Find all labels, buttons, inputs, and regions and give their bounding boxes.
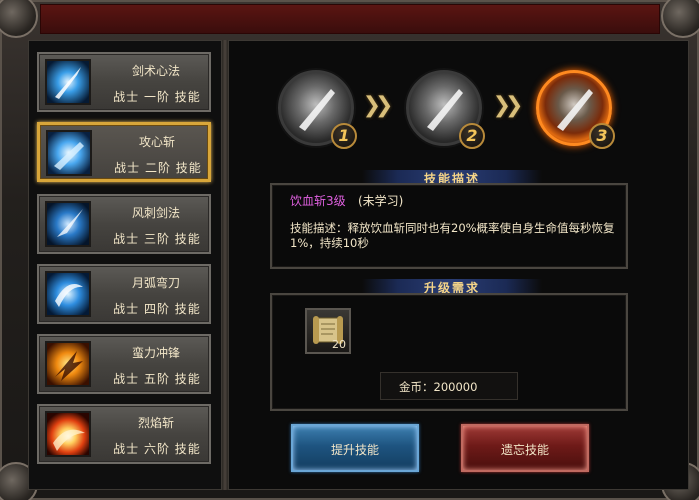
- title-bar: [40, 4, 660, 34]
- skill-item-5[interactable]: 蛮力冲锋 战士 五阶 技能: [37, 334, 211, 394]
- learn-status: (未学习): [358, 194, 404, 208]
- skill-meta: 战士 三阶 技能: [113, 232, 201, 246]
- skill-level-label: 饮血斩3级: [290, 194, 346, 208]
- flame-slash-icon: [45, 411, 91, 457]
- chevron-right-icon: ❯❯: [362, 93, 394, 118]
- skill-name: 剑术心法: [131, 64, 180, 78]
- blue-slash-icon: [46, 130, 92, 176]
- stage-number: 3: [589, 123, 615, 149]
- wind-thrust-icon: [45, 201, 91, 247]
- skill-name: 风刺剑法: [131, 206, 180, 220]
- stage-1-orb[interactable]: 1: [278, 70, 357, 149]
- gold-cost: 金币：200000: [380, 372, 518, 400]
- forget-skill-button[interactable]: 遗忘技能: [461, 424, 589, 472]
- skill-meta: 战士 一阶 技能: [113, 90, 201, 104]
- skill-item-3[interactable]: 风刺剑法 战士 三阶 技能: [37, 194, 211, 254]
- stage-2-orb[interactable]: 2: [406, 70, 485, 149]
- skill-name: 月弧弯刀: [131, 276, 180, 290]
- description-text: 技能描述：释放饮血斩同时也有20%概率使自身生命值每秒恢复1%，持续10秒: [290, 221, 615, 250]
- skill-name: 蛮力冲锋: [131, 346, 180, 360]
- skill-meta: 战士 四阶 技能: [113, 302, 201, 316]
- sword-slash-icon: [45, 59, 91, 105]
- required-item-slot[interactable]: 20: [305, 308, 351, 354]
- skill-item-4[interactable]: 月弧弯刀 战士 四阶 技能: [37, 264, 211, 324]
- stage-number: 2: [459, 123, 485, 149]
- skill-meta: 战士 二阶 技能: [114, 161, 202, 175]
- skill-meta: 战士 五阶 技能: [113, 372, 201, 386]
- chevron-right-icon: ❯❯: [492, 93, 524, 118]
- upgrade-skill-button[interactable]: 提升技能: [291, 424, 419, 472]
- skill-name: 烈焰斩: [137, 416, 174, 430]
- item-count: 20: [332, 338, 346, 351]
- crescent-blade-icon: [45, 271, 91, 317]
- skill-name: 攻心斩: [138, 135, 175, 149]
- skill-item-2[interactable]: 攻心斩 战士 二阶 技能: [37, 122, 211, 182]
- charge-icon: [45, 341, 91, 387]
- skill-item-6[interactable]: 烈焰斩 战士 六阶 技能: [37, 404, 211, 464]
- skill-meta: 战士 六阶 技能: [113, 442, 201, 456]
- stage-3-orb[interactable]: 3: [536, 70, 615, 149]
- skill-item-1[interactable]: 剑术心法 战士 一阶 技能: [37, 52, 211, 112]
- stage-number: 1: [331, 123, 357, 149]
